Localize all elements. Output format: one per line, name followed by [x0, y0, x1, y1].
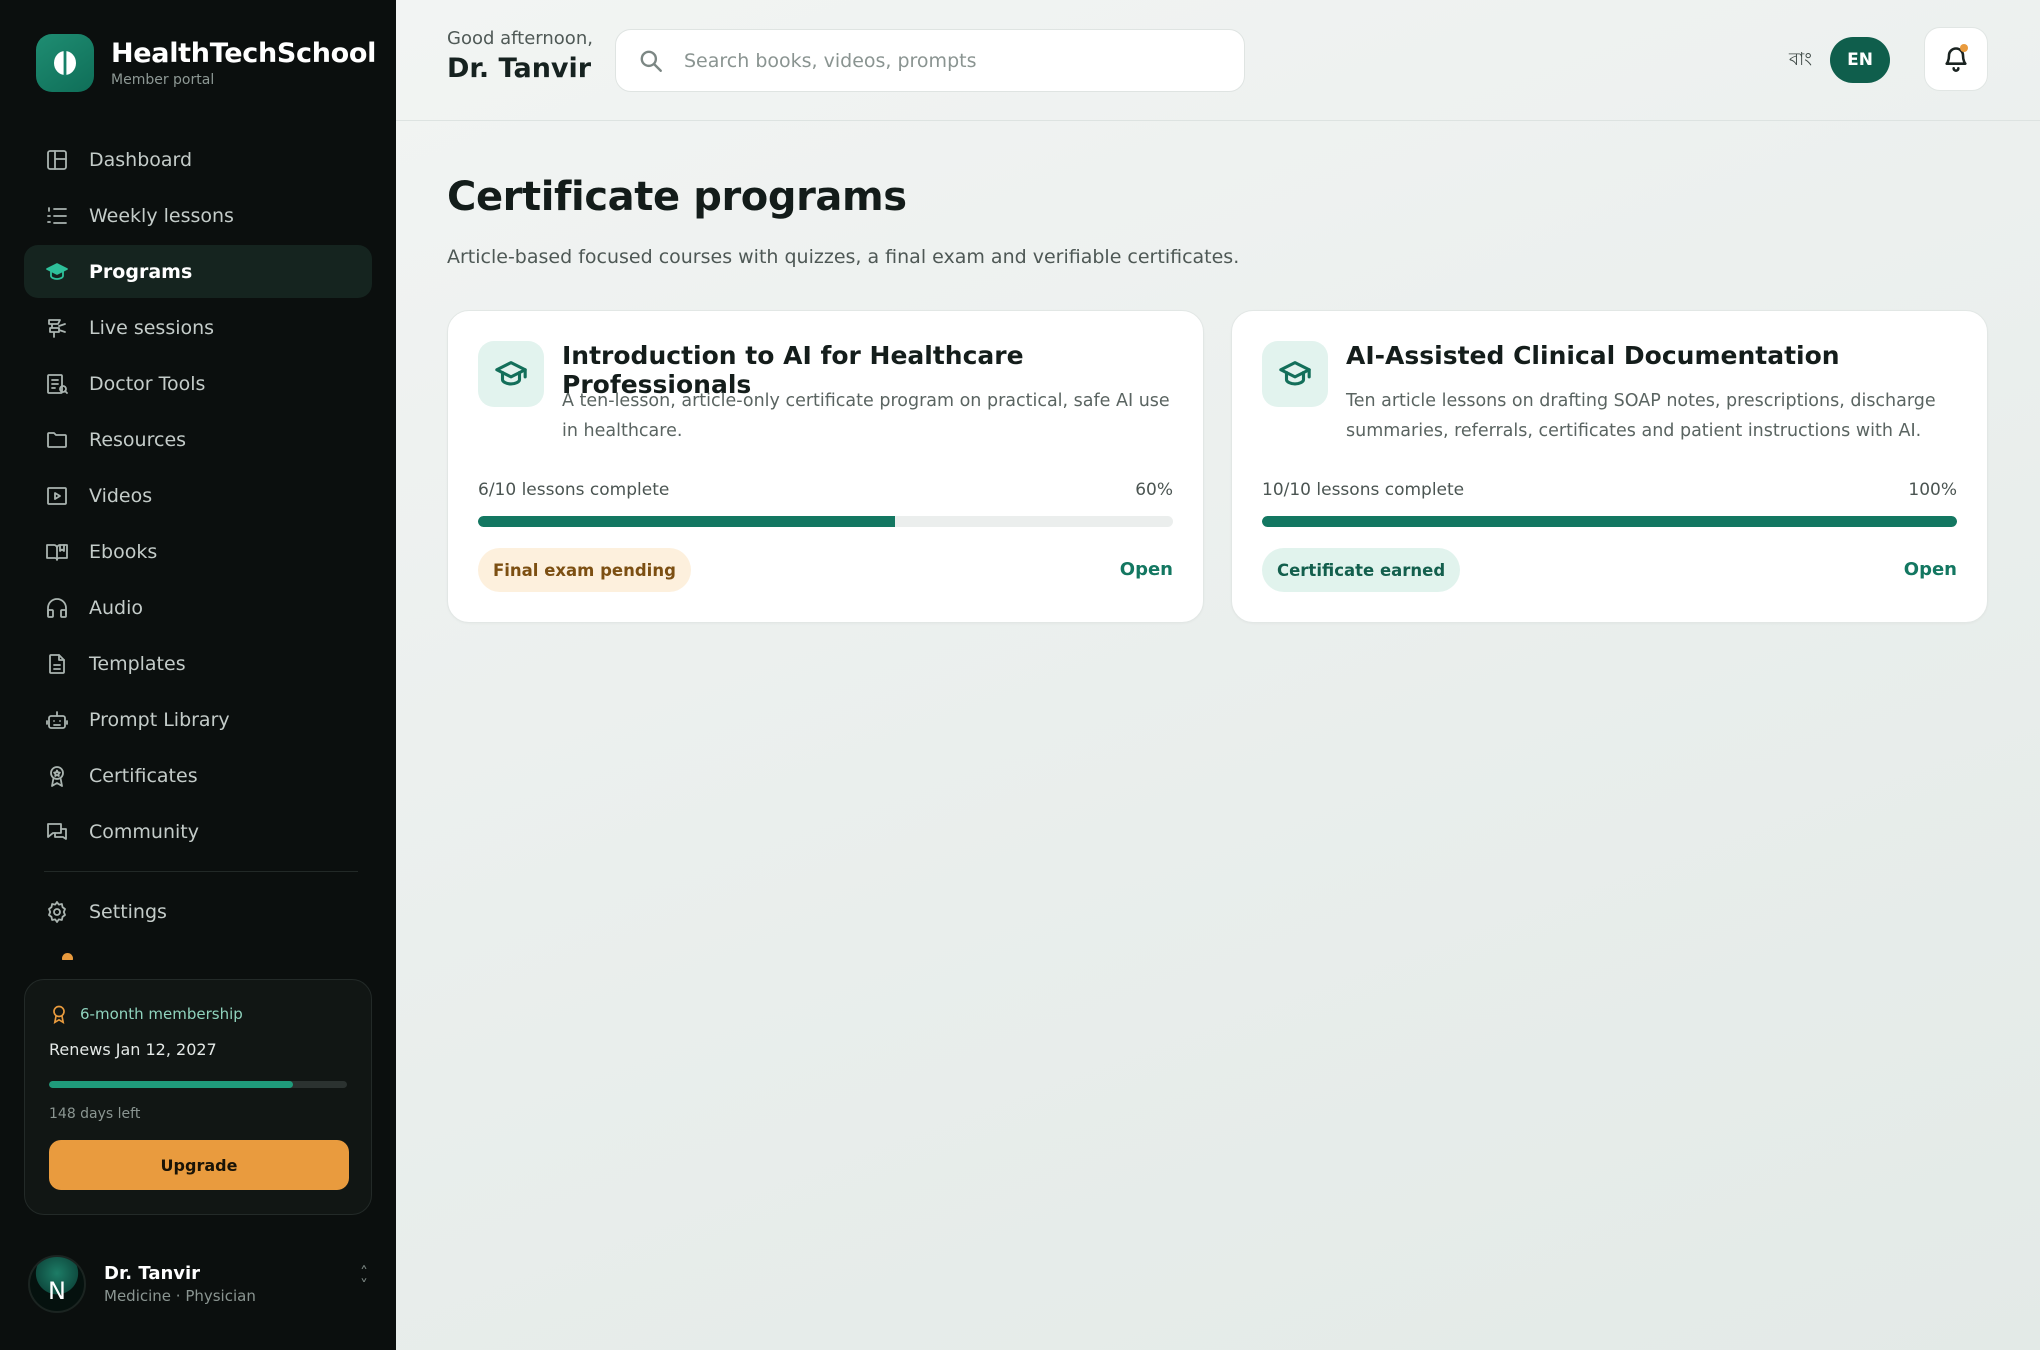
sidebar-item-prompt-library[interactable]: Prompt Library [24, 693, 372, 746]
file-icon [44, 651, 70, 677]
page-title: Certificate programs [447, 174, 907, 220]
greeting: Good afternoon, Dr. Tanvir [447, 28, 593, 84]
sidebar-item-ebooks[interactable]: Ebooks [24, 525, 372, 578]
chevron-up-down-icon[interactable]: ˄ ˅ [360, 1265, 368, 1294]
language-bangla-button[interactable]: বাং [1789, 45, 1812, 76]
notifications-button[interactable] [1924, 27, 1988, 91]
sidebar-item-label: Prompt Library [89, 708, 230, 731]
membership-plan: 6-month membership [80, 1005, 243, 1023]
nav-divider [44, 871, 358, 872]
sidebar-item-label: Certificates [89, 764, 198, 787]
membership-progress-fill [49, 1081, 294, 1088]
program-progress-label: 6/10 lessons complete [478, 480, 670, 500]
robot-icon [44, 707, 70, 733]
layout-icon [44, 147, 70, 173]
sidebar-nav: Dashboard Weekly lessons Programs Live s… [24, 133, 372, 941]
program-progress-fill [478, 516, 895, 527]
avatar: N [28, 1255, 86, 1313]
sidebar-item-label: Templates [89, 652, 186, 675]
brand[interactable]: HealthTechSchool Member portal [36, 34, 376, 92]
membership-progress-bar [49, 1081, 347, 1088]
sidebar-item-label: Doctor Tools [89, 372, 206, 395]
brand-logo-icon [36, 34, 94, 92]
membership-card: 6-month membership Renews Jan 12, 2027 1… [24, 979, 372, 1215]
nav-scroll-peek [48, 950, 78, 960]
brand-name: HealthTechSchool [111, 38, 377, 69]
sidebar-item-weekly-lessons[interactable]: Weekly lessons [24, 189, 372, 242]
video-icon [44, 483, 70, 509]
sidebar-item-label: Dashboard [89, 148, 193, 171]
broadcast-icon [44, 315, 70, 341]
search-input[interactable] [684, 49, 1224, 72]
program-progress-bar [478, 516, 1173, 527]
sidebar-item-label: Live sessions [89, 316, 215, 339]
book-icon [44, 539, 70, 565]
list-icon [44, 203, 70, 229]
greeting-name: Dr. Tanvir [447, 53, 592, 84]
search-bar[interactable] [615, 29, 1245, 92]
greeting-text: Good afternoon, [447, 28, 593, 49]
search-icon [640, 50, 662, 72]
user-role: Medicine · Physician [104, 1287, 256, 1305]
sidebar-item-audio[interactable]: Audio [24, 581, 372, 634]
program-progress-label: 10/10 lessons complete [1262, 480, 1465, 500]
chat-icon [44, 819, 70, 845]
program-progress-bar [1262, 516, 1957, 527]
program-progress-percent: 100% [1908, 480, 1957, 500]
membership-renewal: Renews Jan 12, 2027 [49, 1040, 217, 1059]
sidebar-item-label: Ebooks [89, 540, 158, 563]
membership-days-left: 148 days left [49, 1106, 141, 1122]
graduation-cap-icon [478, 341, 544, 407]
program-progress-percent: 60% [1135, 480, 1173, 500]
headphones-icon [44, 595, 70, 621]
folder-icon [44, 427, 70, 453]
sidebar-item-certificates[interactable]: Certificates [24, 749, 372, 802]
status-badge: Certificate earned [1262, 548, 1461, 592]
gear-icon [44, 899, 70, 925]
top-header: Good afternoon, Dr. Tanvir বাং EN [396, 0, 2040, 121]
open-program-link[interactable]: Open [1120, 559, 1173, 580]
brand-subtitle: Member portal [111, 72, 215, 88]
upgrade-button[interactable]: Upgrade [49, 1140, 349, 1190]
sidebar-item-label: Settings [89, 900, 167, 923]
sidebar-item-programs[interactable]: Programs [24, 245, 372, 298]
sidebar-item-label: Videos [89, 484, 153, 507]
sidebar-item-community[interactable]: Community [24, 805, 372, 858]
program-card[interactable]: AI-Assisted Clinical Documentation Ten a… [1231, 310, 1988, 623]
open-program-link[interactable]: Open [1904, 559, 1957, 580]
sidebar-item-label: Resources [89, 428, 187, 451]
sidebar-item-doctor-tools[interactable]: Doctor Tools [24, 357, 372, 410]
graduation-cap-icon [44, 259, 70, 285]
program-description: A ten-lesson, article-only certificate p… [562, 391, 1170, 441]
clipboard-icon [44, 371, 70, 397]
sidebar-item-resources[interactable]: Resources [24, 413, 372, 466]
sidebar-item-templates[interactable]: Templates [24, 637, 372, 690]
sidebar: HealthTechSchool Member portal Dashboard… [0, 0, 396, 1350]
notification-dot [1960, 44, 1968, 52]
program-progress-fill [1262, 516, 1957, 527]
language-english-button[interactable]: EN [1830, 37, 1890, 83]
sidebar-item-label: Programs [89, 260, 193, 283]
page-subtitle: Article-based focused courses with quizz… [447, 246, 1240, 268]
program-description: Ten article lessons on drafting SOAP not… [1346, 391, 1936, 441]
award-icon [53, 1005, 65, 1024]
sidebar-item-label: Audio [89, 596, 144, 619]
sidebar-item-settings[interactable]: Settings [24, 885, 372, 938]
user-profile[interactable]: N Dr. Tanvir Medicine · Physician ˄ ˅ [28, 1248, 368, 1320]
sidebar-item-dashboard[interactable]: Dashboard [24, 133, 372, 186]
award-icon [44, 763, 70, 789]
graduation-cap-icon [1262, 341, 1328, 407]
sidebar-item-label: Weekly lessons [89, 204, 234, 227]
sidebar-item-videos[interactable]: Videos [24, 469, 372, 522]
program-title: AI-Assisted Clinical Documentation [1346, 341, 1840, 370]
program-card[interactable]: Introduction to AI for Healthcare Profes… [447, 310, 1204, 623]
sidebar-item-label: Community [89, 820, 199, 843]
user-name: Dr. Tanvir [104, 1263, 201, 1284]
sidebar-item-live-sessions[interactable]: Live sessions [24, 301, 372, 354]
status-badge: Final exam pending [478, 548, 691, 592]
